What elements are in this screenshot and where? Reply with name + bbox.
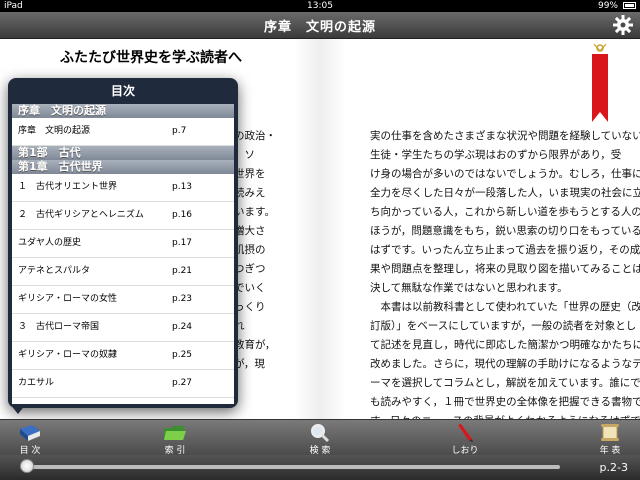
battery-percent: 99% [597, 1, 618, 11]
navigation-bar: 序章 文明の起源 [0, 12, 640, 39]
timeline-button[interactable]: 年 表 [580, 420, 640, 456]
toc-item-label: 序章 文明の起源 [18, 126, 91, 136]
bottom-toolbar: 目 次 索 引 検 索 しおり 年 表 [0, 419, 640, 456]
toc-item-page: p.17 [172, 238, 193, 248]
toc-item[interactable]: カエサル p.27 [12, 370, 234, 398]
toc-item-page: p.21 [172, 266, 193, 276]
toc-item-label: １ 古代オリエント世界 [18, 182, 118, 192]
toc-item-page: p.23 [172, 294, 193, 304]
toc-popover: 目次 序章 文明の起源 序章 文明の起源 p.7 第1部 古代 第1章 古代世界 １ 古代… [8, 78, 238, 408]
toc-item[interactable]: ３ 古代ローマ帝国 p.24 [12, 314, 234, 342]
scroll-icon [601, 424, 619, 441]
toc-item-page: p.7 [172, 126, 187, 136]
toc-item-label: ユダヤ人の歴史 [18, 238, 82, 248]
toc-section-header: 第1部 古代 [12, 146, 234, 160]
toc-item-label: ２ 古代ギリシアとヘレニズム [18, 210, 144, 220]
page-slider-track[interactable] [20, 465, 560, 469]
left-page-text: の政治・ 。ソ 世界を 読みえ います。 増大さ 肌摂の つぎつ でいく っくり… [234, 130, 276, 370]
toc-item-page: p.25 [172, 350, 193, 360]
toc-item-label: アテネとスパルタ [18, 266, 91, 276]
popover-arrow [10, 404, 26, 414]
bookmarks-button[interactable]: しおり [435, 420, 495, 456]
folder-icon [164, 426, 186, 440]
left-page-heading: ふたたび世界史を学ぶ読者へ [60, 50, 242, 66]
toc-item-page: p.24 [172, 322, 193, 332]
bookmark-ribbon-icon[interactable] [588, 44, 612, 124]
index-button[interactable]: 索 引 [145, 420, 205, 456]
toc-item[interactable]: ギリシア・ローマの奴隷 p.25 [12, 342, 234, 370]
toc-item-page: p.13 [172, 182, 193, 192]
toc-item-page: p.16 [172, 210, 193, 220]
search-button[interactable]: 検 索 [290, 420, 350, 456]
toc-title: 目次 [110, 84, 135, 98]
status-bar: iPad 13:05 99% [0, 0, 640, 12]
chapter-title: 序章 文明の起源 [263, 20, 376, 35]
page-number: p.2-3 [599, 461, 628, 474]
page-slider-thumb[interactable] [20, 459, 34, 473]
status-time: 13:05 [307, 1, 333, 11]
pen-icon [458, 424, 473, 442]
toc-item-label: ギリシア・ローマの女性 [18, 294, 118, 304]
toc-section-header: 序章 文明の起源 [12, 104, 234, 118]
gear-icon[interactable] [612, 14, 634, 36]
toc-item-label: ギリシア・ローマの奴隷 [18, 350, 118, 360]
toc-list[interactable]: 序章 文明の起源 序章 文明の起源 p.7 第1部 古代 第1章 古代世界 １ 古代オリエ… [12, 104, 234, 404]
battery-icon [623, 2, 636, 9]
magnifier-icon [311, 424, 330, 443]
toc-item-page: p.27 [172, 378, 193, 388]
toc-item[interactable]: ユダヤ人の歴史 p.17 [12, 230, 234, 258]
toc-section-header: 第1章 古代世界 [12, 160, 234, 174]
toc-item[interactable]: 序章 文明の起源 p.7 [12, 118, 234, 146]
toc-item-label: ３ 古代ローマ帝国 [18, 322, 100, 332]
page-slider-bar: p.2-3 [0, 455, 640, 480]
right-page-text: 実の仕事を含めたさまざまな状況や問題を経験していない 生徒・学生たちの学ぶ現はお… [370, 130, 640, 465]
book-icon [20, 425, 40, 441]
toc-item[interactable]: アテネとスパルタ p.21 [12, 258, 234, 286]
toc-item[interactable]: ２ 古代ギリシアとヘレニズム p.16 [12, 202, 234, 230]
toc-item[interactable]: １ 古代オリエント世界 p.13 [12, 174, 234, 202]
toc-button[interactable]: 目 次 [0, 420, 60, 456]
toc-item-label: カエサル [18, 378, 55, 388]
toc-item[interactable]: ギリシア・ローマの女性 p.23 [12, 286, 234, 314]
